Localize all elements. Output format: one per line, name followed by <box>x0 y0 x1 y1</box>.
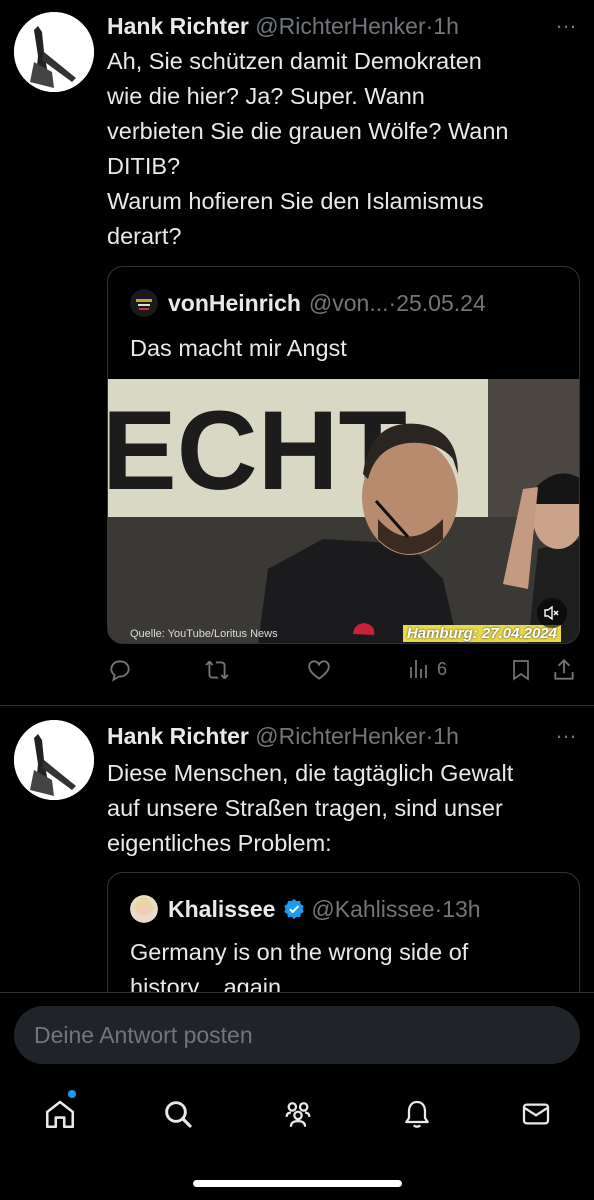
notifications-icon <box>405 1100 429 1128</box>
communities-icon <box>285 1102 311 1127</box>
retweet-button[interactable] <box>203 657 231 683</box>
more-options-icon[interactable]: … <box>555 8 578 34</box>
home-notification-dot <box>68 1090 76 1098</box>
tweet-header: Hank Richter @RichterHenker·1h <box>107 12 574 40</box>
heart-icon <box>308 660 330 680</box>
author-avatar[interactable] <box>14 12 94 92</box>
quote-author-handle: @Kahlissee <box>311 896 435 922</box>
bookmark-icon <box>513 660 529 681</box>
mute-toggle-button[interactable] <box>537 598 567 628</box>
quote-timestamp: 25.05.24 <box>396 290 486 316</box>
quote-header: Khalissee @Kahlissee · 13h <box>130 895 481 923</box>
separator: · <box>388 290 397 316</box>
tweet-text: Ah, Sie schützen damit Demokraten wie di… <box>107 48 509 249</box>
speaker-muted-icon <box>544 605 559 621</box>
tweet-header: Hank Richter @RichterHenker·1h <box>107 722 574 750</box>
author-handle[interactable]: @RichterHenker <box>255 723 425 749</box>
share-icon <box>554 658 574 680</box>
author-name[interactable]: Hank Richter <box>107 723 249 749</box>
quote-author-handle: @von... <box>308 290 389 316</box>
quote-author-name: Khalissee <box>168 896 276 922</box>
tweet-text: Diese Menschen, die tagtäglich Gewalt au… <box>107 760 514 856</box>
quote-header: vonHeinrich @von... · 25.05.24 <box>130 289 486 317</box>
video-location-caption: Hamburg: 27.04.2024 <box>402 625 561 642</box>
quote-timestamp: 13h <box>442 896 481 922</box>
author-handle[interactable]: @RichterHenker <box>255 13 425 39</box>
timestamp[interactable]: 1h <box>433 13 459 39</box>
video-frame: ECHT <box>108 379 579 643</box>
tab-communities[interactable] <box>278 1094 318 1134</box>
search-icon <box>165 1101 192 1128</box>
tweet-actions: 6 <box>107 657 576 687</box>
analytics-icon <box>410 660 427 678</box>
reply-button[interactable] <box>107 657 133 683</box>
video-source-caption: Quelle: YouTube/Loritus News <box>130 628 278 640</box>
more-options-icon[interactable]: … <box>555 718 578 744</box>
reply-icon <box>110 660 130 682</box>
quote-author-name: vonHeinrich <box>168 290 301 316</box>
like-button[interactable] <box>306 657 332 683</box>
video-player[interactable]: ECHT Quelle: YouTube/Loritus News Hambur… <box>108 379 579 643</box>
separator: · <box>434 896 443 922</box>
share-button[interactable] <box>551 657 577 683</box>
quoted-tweet[interactable]: vonHeinrich @von... · 25.05.24 Das macht m… <box>107 266 580 644</box>
quote-author-avatar <box>130 289 158 317</box>
verified-badge-icon <box>284 898 305 920</box>
tab-messages[interactable] <box>516 1094 556 1134</box>
views-button[interactable]: 6 <box>407 657 447 681</box>
quote-author-avatar <box>130 895 158 923</box>
views-count: 6 <box>437 658 448 679</box>
reply-bar: Deine Antwort posten <box>0 992 594 1076</box>
tab-home[interactable] <box>40 1094 80 1134</box>
bookmark-button[interactable] <box>509 657 533 683</box>
tab-search[interactable] <box>158 1094 198 1134</box>
home-indicator <box>193 1180 402 1187</box>
tweet-1[interactable]: Hank Richter @RichterHenker·1h … Ah, Sie… <box>0 0 594 706</box>
tab-notifications[interactable] <box>397 1094 437 1134</box>
quote-text: Das macht mir Angst <box>130 335 347 361</box>
tweet-2[interactable]: Hank Richter @RichterHenker·1h … Diese M… <box>0 706 594 1032</box>
author-name[interactable]: Hank Richter <box>107 13 249 39</box>
home-icon <box>45 1100 75 1129</box>
retweet-icon <box>205 660 229 680</box>
timestamp[interactable]: 1h <box>433 723 459 749</box>
reply-input[interactable]: Deine Antwort posten <box>14 1006 580 1064</box>
messages-icon <box>522 1103 550 1125</box>
author-avatar[interactable] <box>14 720 94 800</box>
